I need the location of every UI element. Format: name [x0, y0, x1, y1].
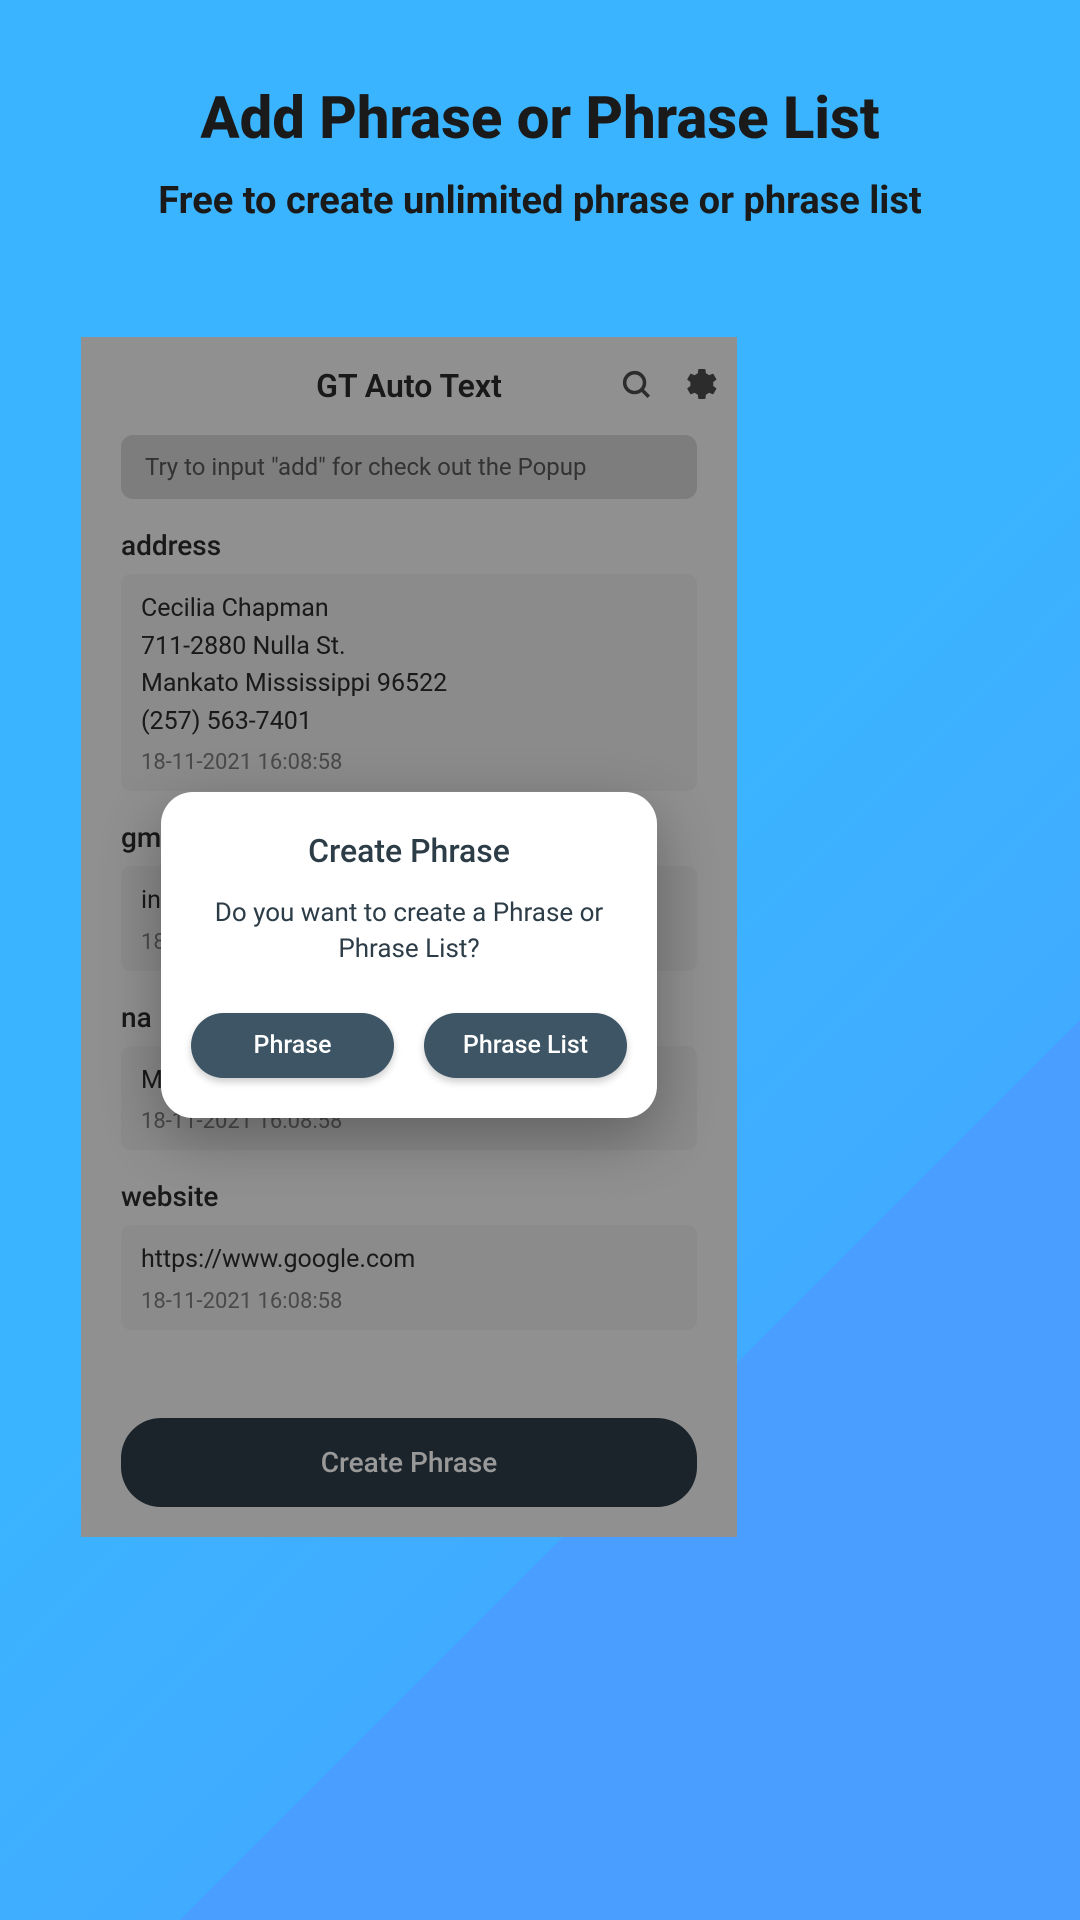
- phone-frame: GT Auto Text Try to input "add" for chec…: [81, 337, 737, 1537]
- dialog-title: Create Phrase: [191, 832, 627, 870]
- dialog-message: Do you want to create a Phrase or Phrase…: [191, 895, 627, 968]
- create-phrase-dialog: Create Phrase Do you want to create a Ph…: [161, 792, 657, 1118]
- phrase-list-button[interactable]: Phrase List: [424, 1013, 627, 1078]
- promo-title: Add Phrase or Phrase List: [60, 85, 1020, 153]
- phrase-button[interactable]: Phrase: [191, 1013, 394, 1078]
- promo-subtitle: Free to create unlimited phrase or phras…: [60, 173, 1020, 230]
- promo-header: Add Phrase or Phrase List Free to create…: [0, 0, 1080, 230]
